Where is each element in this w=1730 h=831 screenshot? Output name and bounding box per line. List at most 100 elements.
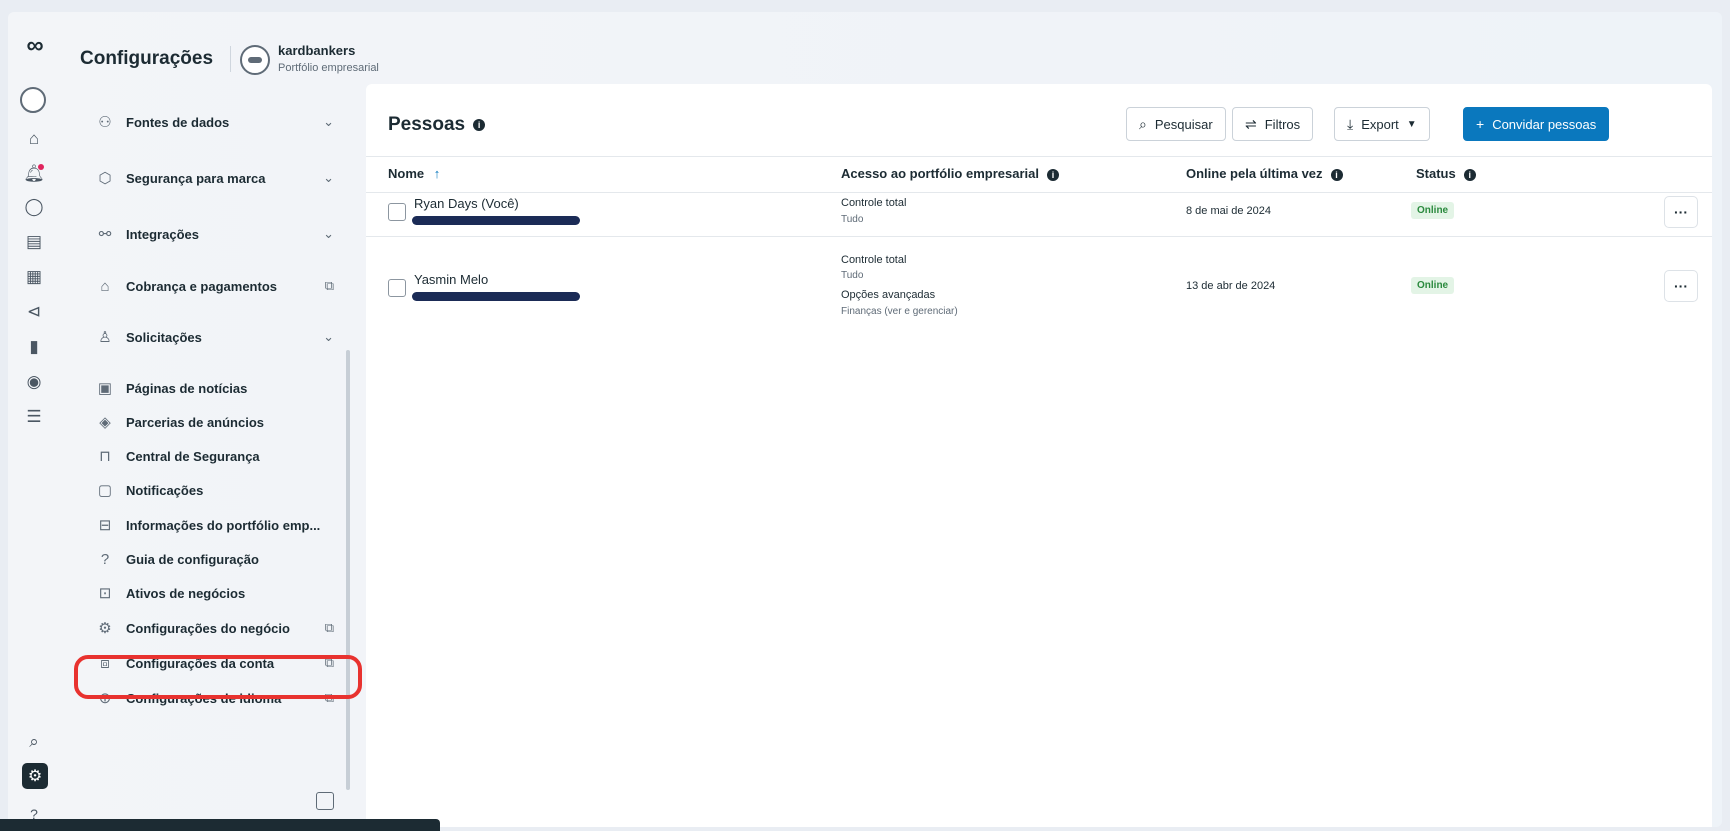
column-header-label: Online pela última vez [1186, 166, 1323, 181]
info-icon[interactable]: i [473, 118, 486, 131]
data-sources-icon: ⚇ [98, 114, 112, 131]
sidebar-item-central-de-seguranca[interactable]: ⊓ Central de Segurança [94, 441, 334, 471]
page-title: Configurações [80, 48, 214, 69]
export-button[interactable]: ⤓ Export ▼ [1334, 107, 1430, 141]
column-header-status[interactable]: Status i [1416, 166, 1476, 181]
download-icon: ⤓ [1347, 115, 1354, 132]
inbox-icon[interactable]: ▤ [22, 230, 46, 254]
chat-icon[interactable]: ◯ [22, 195, 46, 219]
sidebar-item-configuracoes-do-negocio[interactable]: ⚙ Configurações do negócio ⧉ [94, 613, 334, 643]
sidebar-item-fontes-de-dados[interactable]: ⚇ Fontes de dados ⌄ [94, 107, 334, 137]
column-header-label: Status [1416, 166, 1456, 181]
sidebar-item-ativos-de-negocios[interactable]: ⊡ Ativos de negócios [94, 578, 334, 608]
portfolio-type: Portfólio empresarial [278, 62, 379, 74]
access-level: Controle total [841, 254, 907, 266]
search-button[interactable]: ⌕ Pesquisar [1126, 107, 1226, 141]
handshake-icon: ◈ [99, 414, 111, 431]
advanced-scope: Finanças (ver e gerenciar) [841, 306, 958, 317]
sidebar-item-label: Páginas de notícias [126, 380, 248, 396]
portfolio-avatar[interactable] [240, 45, 270, 75]
sidebar-item-integracoes[interactable]: ⚯ Integrações ⌄ [94, 219, 334, 249]
export-button-label: Export [1361, 116, 1399, 132]
menu-icon[interactable]: ☰ [22, 405, 46, 429]
sidebar-item-notificacoes[interactable]: ▢ Notificações [94, 475, 334, 505]
sidebar-item-label: Guia de configuração [126, 551, 259, 567]
home-icon[interactable]: ⌂ [22, 127, 46, 151]
advanced-options: Opções avançadas [841, 289, 936, 301]
sidebar-item-cobranca-e-pagamentos[interactable]: ⌂ Cobrança e pagamentos ⧉ [94, 271, 334, 301]
portfolio-logo-icon [248, 57, 262, 63]
last-online: 8 de mai de 2024 [1186, 205, 1272, 217]
user-icon [388, 279, 406, 297]
calendar-icon[interactable]: ▦ [22, 265, 46, 289]
collapse-sidebar-icon[interactable] [316, 792, 334, 810]
gear-icon[interactable]: ⚙ [22, 763, 48, 789]
sidebar-item-label: Informações do portfólio emp... [126, 517, 321, 533]
filters-button[interactable]: ⇌ Filtros [1232, 107, 1314, 141]
bank-icon: ⌂ [100, 277, 110, 295]
chevron-down-icon: ⌄ [323, 114, 334, 129]
external-link-icon: ⧉ [324, 278, 334, 293]
invite-button-label: Convidar pessoas [1492, 116, 1597, 132]
column-header-label: Acesso ao portfólio empresarial [841, 166, 1039, 181]
people-panel: Pessoas i ⌕ Pesquisar ⇌ Filtros ⤓ Export … [366, 84, 1712, 827]
sidebar-item-informacoes-do-portfolio[interactable]: ⊟ Informações do portfólio emp... [94, 510, 334, 540]
sidebar-item-label: Configurações do negócio [126, 620, 290, 636]
newspaper-icon: ▣ [97, 380, 113, 397]
last-online: 13 de abr de 2024 [1186, 280, 1276, 292]
sidebar-item-label: Cobrança e pagamentos [126, 278, 277, 294]
invite-people-button[interactable]: + Convidar pessoas [1463, 107, 1610, 141]
notification-dot [38, 164, 44, 170]
more-options-button[interactable]: ··· [1664, 270, 1698, 302]
meta-logo-icon[interactable]: ∞ [26, 32, 43, 60]
sidebar-item-label: Ativos de negócios [126, 585, 246, 601]
info-icon[interactable]: i [1046, 168, 1059, 181]
browser-status-bar [0, 819, 440, 831]
sidebar-item-guia-de-configuracao[interactable]: ? Guia de configuração [94, 544, 334, 574]
compass-icon[interactable]: ◉ [22, 370, 46, 394]
access-scope: Tudo [841, 214, 864, 225]
search-icon: ⌕ [1139, 115, 1147, 132]
sidebar-item-paginas-de-noticias[interactable]: ▣ Páginas de notícias [94, 373, 334, 403]
search-icon[interactable]: ⌕ [22, 730, 46, 754]
highlight-annotation [74, 655, 362, 699]
sidebar-scrollbar[interactable] [346, 350, 350, 790]
header-divider [230, 46, 231, 72]
avatar[interactable] [20, 87, 46, 113]
sidebar-item-label: Central de Segurança [126, 448, 260, 464]
gear-icon: ⚙ [98, 620, 112, 637]
sidebar-item-label: Parcerias de anúncios [126, 414, 265, 430]
column-header-access[interactable]: Acesso ao portfólio empresarial i [841, 166, 1059, 181]
sidebar-item-label: Notificações [126, 482, 204, 498]
chevron-down-icon: ⌄ [323, 226, 334, 241]
chevron-down-icon: ⌄ [323, 170, 334, 185]
access-level: Controle total [841, 197, 907, 209]
bar-chart-icon[interactable]: ▮ [22, 335, 46, 359]
more-options-button[interactable]: ··· [1664, 196, 1698, 228]
sidebar-item-solicitacoes[interactable]: ♙ Solicitações ⌄ [94, 322, 334, 352]
column-header-last-online[interactable]: Online pela última vez i [1186, 166, 1343, 181]
assets-icon: ⊡ [98, 585, 112, 602]
row-separator [366, 236, 1712, 237]
notifications-icon[interactable]: 🔔︎ [22, 162, 46, 186]
access-scope: Tudo [841, 270, 864, 281]
portfolio-name[interactable]: kardbankers [278, 43, 355, 58]
column-header-name[interactable]: Nome ↑ [388, 166, 440, 181]
filters-button-label: Filtros [1264, 116, 1301, 132]
integrations-icon: ⚯ [98, 226, 112, 243]
info-icon[interactable]: i [1463, 168, 1476, 181]
lock-icon: ⊓ [99, 448, 111, 465]
header-separator [366, 192, 1712, 193]
user-name[interactable]: Yasmin Melo [414, 272, 488, 287]
plus-icon: + [1476, 116, 1485, 132]
info-icon[interactable]: i [1330, 168, 1343, 181]
panel-title: Pessoas i [388, 114, 486, 136]
panel-title-text: Pessoas [388, 114, 466, 135]
sort-ascending-icon: ↑ [433, 166, 441, 181]
redacted-email [412, 292, 580, 301]
sidebar-item-seguranca-para-marca[interactable]: ⬡ Segurança para marca ⌄ [94, 163, 334, 193]
megaphone-icon[interactable]: ⊲ [22, 300, 46, 324]
sidebar-item-label: Integrações [126, 226, 199, 242]
user-name[interactable]: Ryan Days (Você) [414, 196, 519, 211]
sidebar-item-parcerias-de-anuncios[interactable]: ◈ Parcerias de anúncios [94, 407, 334, 437]
